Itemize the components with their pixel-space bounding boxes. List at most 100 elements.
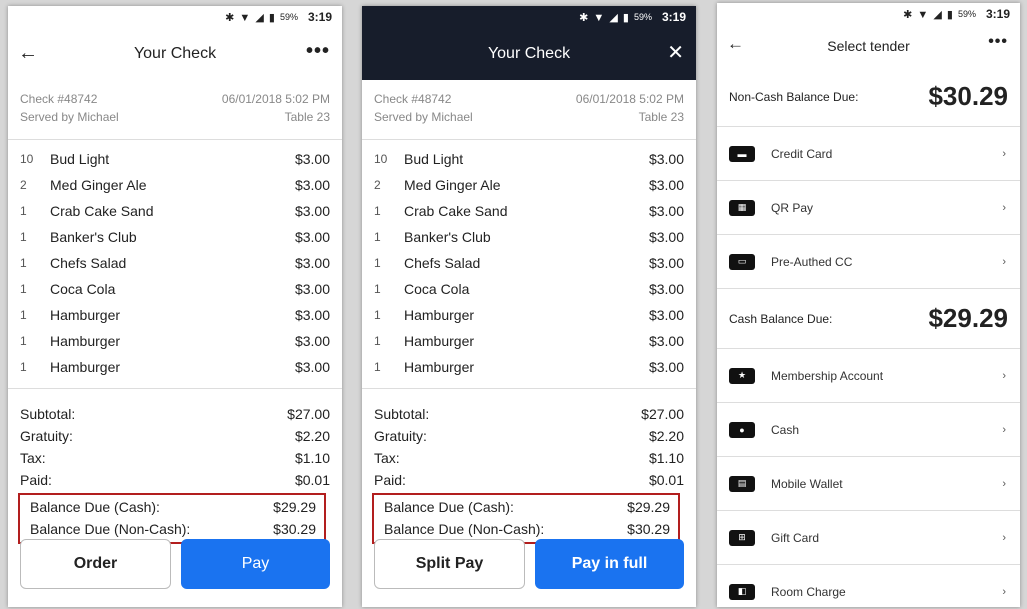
chevron-right-icon: › (1002, 255, 1006, 268)
list-item[interactable]: 1 Banker's Club $3.00 (20, 224, 330, 250)
tender-gift-card[interactable]: ⊞ Gift Card › (717, 511, 1020, 565)
item-name: Hamburger (404, 307, 475, 323)
item-qty: 1 (374, 334, 381, 348)
tender-label: Gift Card (771, 530, 820, 545)
item-price: $3.00 (294, 281, 330, 297)
item-price: $3.00 (648, 151, 684, 167)
close-icon[interactable]: ✕ (667, 40, 684, 65)
pay-in-full-button[interactable]: Pay in full (535, 539, 684, 589)
balance-due-highlight: Balance Due (Cash): $29.29 Balance Due (N… (372, 493, 680, 544)
check-screen-pay: ✱ ▼ ◢ ▮ 59% 3:19 Your Check ✕ Check #487… (362, 6, 696, 607)
list-item[interactable]: 1 Chefs Salad $3.00 (20, 250, 330, 276)
item-name: Crab Cake Sand (404, 203, 508, 219)
tender-label: Pre-Authed CC (771, 254, 853, 269)
balance-cash-value: $29.29 (273, 499, 316, 515)
tender-room-charge[interactable]: ◧ Room Charge › (717, 565, 1020, 607)
action-buttons: Order Pay (20, 539, 330, 589)
list-item[interactable]: 10 Bud Light $3.00 (374, 146, 684, 172)
item-qty: 1 (374, 204, 381, 218)
tender-qr-pay[interactable]: ▦ QR Pay › (717, 181, 1020, 235)
split-pay-button[interactable]: Split Pay (374, 539, 525, 589)
tender-credit-card[interactable]: ▬ Credit Card › (717, 127, 1020, 181)
check-date: 06/01/2018 5:02 PM (575, 92, 684, 106)
item-name: Med Ginger Ale (404, 177, 501, 193)
app-header: Your Check ✕ (362, 28, 696, 80)
total-label: Gratuity: (20, 428, 73, 444)
item-qty: 10 (374, 152, 388, 166)
back-arrow-icon[interactable]: ← (727, 34, 744, 54)
list-item[interactable]: 1 Crab Cake Sand $3.00 (374, 198, 684, 224)
item-qty: 1 (20, 334, 27, 348)
total-label: Subtotal: (20, 406, 76, 422)
total-label: Subtotal: (374, 406, 430, 422)
item-price: $3.00 (294, 203, 330, 219)
item-name: Coca Cola (404, 281, 470, 297)
item-name: Chefs Salad (50, 255, 127, 271)
tender-label: QR Pay (771, 200, 814, 215)
list-item[interactable]: 1 Banker's Club $3.00 (374, 224, 684, 250)
item-name: Coca Cola (50, 281, 116, 297)
item-price: $3.00 (648, 177, 684, 193)
list-item[interactable]: 2 Med Ginger Ale $3.00 (20, 172, 330, 198)
totals-section: Subtotal: $27.00 Gratuity: $2.20 Tax: $1.10… (8, 389, 342, 544)
tender-label: Mobile Wallet (771, 476, 843, 491)
item-name: Hamburger (404, 359, 475, 375)
list-item[interactable]: 1 Hamburger $3.00 (20, 354, 330, 380)
item-name: Bud Light (404, 151, 464, 167)
total-value: $2.20 (294, 428, 330, 444)
cash-balance-amount: $29.29 (928, 303, 1008, 333)
list-item[interactable]: 1 Hamburger $3.00 (374, 302, 684, 328)
more-options-icon[interactable]: ••• (306, 40, 330, 63)
clock: 3:19 (307, 10, 332, 24)
list-item[interactable]: 10 Bud Light $3.00 (20, 146, 330, 172)
pay-button[interactable]: Pay (181, 539, 330, 589)
chevron-right-icon: › (1002, 585, 1006, 598)
item-price: $3.00 (648, 229, 684, 245)
tender-label: Cash (771, 422, 800, 437)
total-label: Tax: (374, 450, 400, 466)
check-info: Check #48742 06/01/2018 5:02 PM Served b… (362, 80, 696, 140)
noncash-balance-amount: $30.29 (928, 81, 1008, 111)
clock: 3:19 (985, 7, 1010, 21)
status-icons: ✱ ▼ ◢ ▮ (903, 8, 954, 21)
room-key-icon: ◧ (729, 583, 755, 600)
item-price: $3.00 (294, 333, 330, 349)
list-item[interactable]: 1 Hamburger $3.00 (374, 354, 684, 380)
item-qty: 1 (20, 282, 27, 296)
tender-mobile-wallet[interactable]: ▤ Mobile Wallet › (717, 457, 1020, 511)
list-item[interactable]: 2 Med Ginger Ale $3.00 (374, 172, 684, 198)
tender-label: Room Charge (771, 584, 846, 599)
paid-row: Paid: $0.01 (374, 469, 684, 491)
more-options-icon[interactable]: ••• (988, 33, 1008, 51)
tender-pre-authed-cc[interactable]: ▭ Pre-Authed CC › (717, 235, 1020, 289)
back-arrow-icon[interactable]: ← (18, 42, 38, 65)
item-qty: 1 (374, 230, 381, 244)
item-name: Banker's Club (404, 229, 491, 245)
server-name: Served by Michael (374, 110, 473, 124)
page-title: Your Check (487, 45, 571, 62)
balance-noncash-value: $30.29 (627, 521, 670, 537)
paid-row: Paid: $0.01 (20, 469, 330, 491)
tender-membership-account[interactable]: ★ Membership Account › (717, 349, 1020, 403)
list-item[interactable]: 1 Coca Cola $3.00 (374, 276, 684, 302)
list-item[interactable]: 1 Hamburger $3.00 (374, 328, 684, 354)
list-item[interactable]: 1 Hamburger $3.00 (20, 302, 330, 328)
list-item[interactable]: 1 Coca Cola $3.00 (20, 276, 330, 302)
totals-section: Subtotal: $27.00 Gratuity: $2.20 Tax: $1.10… (362, 389, 696, 544)
list-item[interactable]: 1 Chefs Salad $3.00 (374, 250, 684, 276)
check-number: Check #48742 (20, 92, 98, 106)
tender-cash[interactable]: ● Cash › (717, 403, 1020, 457)
total-value: $2.20 (648, 428, 684, 444)
battery-level: 59% (957, 9, 976, 19)
item-price: $3.00 (648, 281, 684, 297)
page-title: Your Check (133, 45, 217, 62)
list-item[interactable]: 1 Hamburger $3.00 (20, 328, 330, 354)
item-qty: 2 (374, 178, 381, 192)
list-item[interactable]: 1 Crab Cake Sand $3.00 (20, 198, 330, 224)
item-name: Banker's Club (50, 229, 137, 245)
item-qty: 1 (374, 360, 381, 374)
item-price: $3.00 (294, 255, 330, 271)
check-info: Check #48742 06/01/2018 5:02 PM Served b… (8, 80, 342, 140)
item-price: $3.00 (648, 255, 684, 271)
order-button[interactable]: Order (20, 539, 171, 589)
